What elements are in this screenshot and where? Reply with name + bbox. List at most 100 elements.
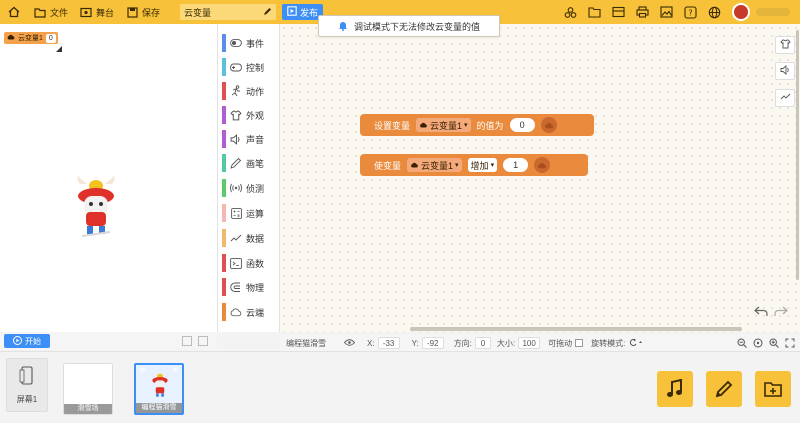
redo-button[interactable] bbox=[772, 302, 790, 320]
save-label: 保存 bbox=[142, 7, 161, 18]
signal-icon bbox=[230, 182, 242, 194]
category-magnet[interactable]: 物理 bbox=[222, 278, 276, 296]
sprite-skier[interactable] bbox=[72, 174, 120, 246]
y-label: Y: bbox=[411, 338, 419, 348]
add-folder-button[interactable] bbox=[755, 371, 791, 407]
project-name-text: 云变量 bbox=[184, 7, 212, 18]
fullscreen-icon[interactable] bbox=[182, 336, 192, 346]
operation-dropdown[interactable]: 增加 ▾ bbox=[467, 158, 498, 172]
set-variable-block[interactable]: 设置变量 云变量1 ▾ 的值为 0 bbox=[360, 114, 594, 136]
stage-menu[interactable]: 舞台 bbox=[74, 0, 120, 24]
category-label: 事件 bbox=[246, 38, 265, 49]
costume-tool-button[interactable] bbox=[775, 36, 795, 54]
file-menu-label: 文件 bbox=[50, 7, 69, 18]
publish-button[interactable]: 发布 bbox=[282, 4, 324, 20]
size-input[interactable]: 100 bbox=[518, 337, 541, 349]
variable-name: 云变量1 bbox=[430, 120, 463, 131]
category-speaker[interactable]: 声音 bbox=[222, 130, 276, 148]
y-input[interactable]: -92 bbox=[421, 337, 444, 349]
zoom-out-icon[interactable] bbox=[736, 337, 748, 349]
block-prefix: 设置变量 bbox=[374, 120, 411, 131]
project-name-input[interactable]: 云变量 bbox=[180, 4, 277, 20]
cloud-icon bbox=[230, 306, 242, 318]
category-cloud[interactable]: 云端 bbox=[222, 303, 276, 321]
close-icon[interactable]: ✕ bbox=[171, 365, 179, 376]
direction-input[interactable]: 0 bbox=[474, 337, 491, 349]
user-avatar[interactable] bbox=[732, 3, 750, 21]
add-sound-button[interactable] bbox=[657, 371, 693, 407]
category-color-bar bbox=[222, 229, 226, 247]
save-button[interactable]: 保存 bbox=[120, 0, 166, 24]
variable-dropdown[interactable]: 云变量1 ▾ bbox=[416, 118, 471, 132]
block-middle-text: 的值为 bbox=[476, 120, 504, 131]
start-button[interactable]: 开始 bbox=[4, 334, 50, 348]
category-color-bar bbox=[222, 254, 226, 272]
start-label: 开始 bbox=[25, 336, 41, 346]
horizontal-scrollbar[interactable] bbox=[410, 327, 742, 331]
sprite-thumbnail bbox=[152, 373, 168, 397]
asset-sprite[interactable]: ✲ ✕ 编程猫滑雪 bbox=[134, 363, 184, 415]
bell-icon bbox=[338, 20, 348, 33]
value-input[interactable]: 1 bbox=[503, 158, 529, 172]
category-color-bar bbox=[222, 58, 226, 76]
function-icon bbox=[230, 257, 242, 269]
file-menu[interactable]: 文件 bbox=[28, 0, 74, 24]
category-gamepad[interactable]: 控制 bbox=[222, 58, 276, 76]
music-note-icon bbox=[667, 379, 682, 397]
cloud-icon bbox=[7, 34, 15, 42]
library-icon[interactable] bbox=[606, 0, 630, 24]
category-function[interactable]: 函数 bbox=[222, 254, 276, 272]
image-icon[interactable] bbox=[654, 0, 678, 24]
username-blurred bbox=[756, 8, 790, 16]
variable-monitor: 云变量1 0 bbox=[4, 32, 58, 44]
variable-dropdown[interactable]: 云变量1 ▾ bbox=[407, 158, 462, 172]
asset-background[interactable]: 滑雪场 bbox=[63, 363, 113, 415]
play-icon bbox=[13, 335, 22, 347]
stage-icon bbox=[80, 6, 92, 18]
home-button[interactable] bbox=[0, 0, 28, 24]
category-color-bar bbox=[222, 154, 226, 172]
screen-tile[interactable]: 屏幕1 bbox=[6, 358, 48, 412]
paint-button[interactable] bbox=[706, 371, 742, 407]
eye-icon[interactable] bbox=[343, 338, 356, 348]
category-label: 数据 bbox=[246, 233, 265, 244]
variable-monitor-value: 0 bbox=[45, 33, 56, 43]
category-toggle[interactable]: 事件 bbox=[222, 34, 276, 52]
category-run[interactable]: 动作 bbox=[222, 82, 276, 100]
x-input[interactable]: -33 bbox=[377, 337, 400, 349]
variable-name: 云变量1 bbox=[421, 160, 454, 171]
resize-handle-icon[interactable] bbox=[56, 46, 62, 52]
print-icon[interactable] bbox=[630, 0, 654, 24]
svg-text:?: ? bbox=[688, 8, 692, 17]
gear-icon[interactable]: ✲ bbox=[139, 366, 146, 375]
gamepad-icon bbox=[230, 61, 242, 73]
category-pen[interactable]: 画笔 bbox=[222, 154, 276, 172]
vertical-scrollbar[interactable] bbox=[796, 30, 799, 280]
grid-icon[interactable] bbox=[198, 336, 208, 346]
value-input[interactable]: 0 bbox=[509, 118, 535, 132]
rotation-mode-select[interactable] bbox=[628, 338, 643, 349]
code-workspace[interactable] bbox=[280, 24, 800, 332]
draggable-label: 可拖动 bbox=[548, 338, 573, 348]
undo-button[interactable] bbox=[752, 302, 770, 320]
category-signal[interactable]: 侦测 bbox=[222, 179, 276, 197]
draggable-checkbox[interactable] bbox=[575, 339, 584, 347]
help-icon[interactable]: ? bbox=[678, 0, 702, 24]
category-shirt[interactable]: 外观 bbox=[222, 106, 276, 124]
sound-tool-button[interactable] bbox=[775, 62, 795, 80]
category-chart[interactable]: 数据 bbox=[222, 229, 276, 247]
zoom-reset-icon[interactable] bbox=[752, 337, 764, 349]
open-folder-icon[interactable] bbox=[582, 0, 606, 24]
category-color-bar bbox=[222, 179, 226, 197]
team-icon[interactable] bbox=[558, 0, 582, 24]
cloud-icon bbox=[534, 157, 551, 173]
shirt-icon bbox=[230, 109, 242, 121]
change-variable-block[interactable]: 使变量 云变量1 ▾ 增加 ▾ 1 bbox=[360, 154, 588, 176]
category-calc[interactable]: 运算 bbox=[222, 204, 276, 222]
category-label: 运算 bbox=[246, 208, 265, 219]
globe-icon[interactable] bbox=[702, 0, 726, 24]
data-tool-button[interactable] bbox=[775, 89, 795, 107]
fit-screen-icon[interactable] bbox=[784, 337, 796, 349]
zoom-in-icon[interactable] bbox=[768, 337, 780, 349]
cloud-icon bbox=[420, 122, 427, 128]
